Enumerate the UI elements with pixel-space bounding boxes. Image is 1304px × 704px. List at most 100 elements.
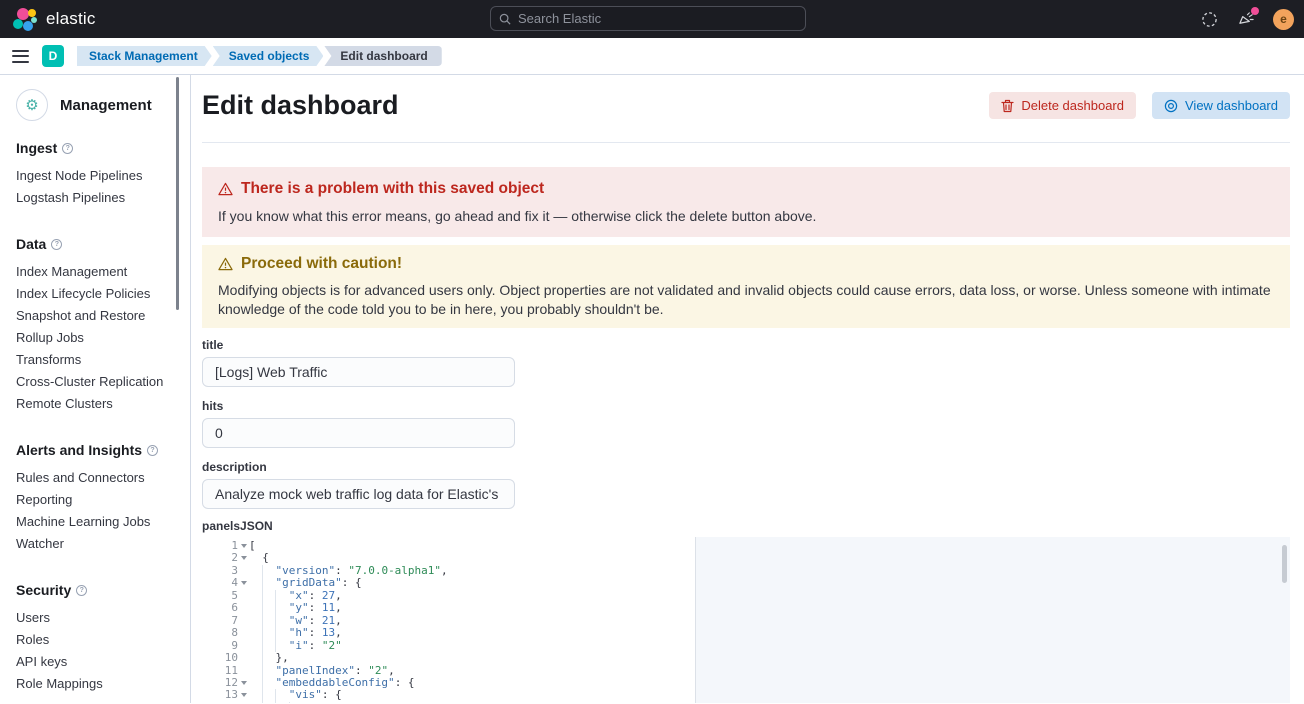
sidebar-section-ingest: Ingest? Ingest Node PipelinesLogstash Pip…	[16, 139, 182, 209]
code-line: 4"gridData": {	[202, 577, 1290, 589]
sidebar-section-security: Security? UsersRolesAPI keysRole Mappings	[16, 581, 182, 695]
fold-arrow-icon[interactable]	[241, 544, 247, 548]
line-number: 3	[202, 565, 248, 577]
sidebar-title: Management	[60, 97, 152, 114]
space-badge[interactable]: D	[42, 45, 64, 67]
warning-callout-title: Proceed with caution!	[241, 255, 402, 273]
delete-dashboard-button[interactable]: Delete dashboard	[989, 92, 1136, 119]
sidebar-item-reporting[interactable]: Reporting	[16, 489, 182, 511]
description-input[interactable]	[202, 479, 515, 509]
help-icon: ?	[51, 239, 62, 250]
code-text: [	[248, 540, 256, 552]
newsfeed-icon[interactable]	[1236, 9, 1256, 29]
code-text: "i": "2"	[248, 640, 342, 652]
section-heading: Data?	[16, 235, 182, 253]
sidebar-item-logstash-pipelines[interactable]: Logstash Pipelines	[16, 187, 182, 209]
line-number: 5	[202, 590, 248, 602]
field-label: title	[202, 338, 1290, 353]
editor-scrollbar[interactable]	[1282, 545, 1287, 583]
title-input[interactable]	[202, 357, 515, 387]
code-line: 9"i": "2"	[202, 640, 1290, 652]
sidebar-item-snapshot-and-restore[interactable]: Snapshot and Restore	[16, 305, 182, 327]
code-line: 6"y": 11,	[202, 602, 1290, 614]
fold-arrow-icon[interactable]	[241, 681, 247, 685]
code-text: "colors": {	[248, 702, 375, 703]
sidebar-item-rules-and-connectors[interactable]: Rules and Connectors	[16, 467, 182, 489]
code-line: 12"embeddableConfig": {	[202, 677, 1290, 689]
field-row-hits: hits	[202, 399, 1290, 448]
help-icon[interactable]	[1199, 9, 1219, 29]
sidebar-item-role-mappings[interactable]: Role Mappings	[16, 673, 182, 695]
sidebar-item-transforms[interactable]: Transforms	[16, 349, 182, 371]
elastic-logo[interactable]: elastic	[12, 6, 96, 32]
breadcrumb-saved-objects[interactable]: Saved objects	[213, 46, 324, 66]
sidebar-item-watcher[interactable]: Watcher	[16, 533, 182, 555]
field-row-description: description	[202, 460, 1290, 509]
brand-name: elastic	[46, 9, 96, 29]
sidebar-item-roles[interactable]: Roles	[16, 629, 182, 651]
notification-dot	[1251, 7, 1259, 15]
code-line: 3"version": "7.0.0-alpha1",	[202, 565, 1290, 577]
breadcrumb-bar: D Stack ManagementSaved objectsEdit dash…	[0, 38, 1304, 75]
sidebar-item-users[interactable]: Users	[16, 607, 182, 629]
global-search[interactable]	[490, 6, 806, 31]
management-sidebar: ⚙ Management Ingest? Ingest Node Pipeline…	[0, 75, 191, 703]
gear-icon: ⚙	[16, 89, 48, 121]
field-row-title: title	[202, 338, 1290, 387]
sidebar-item-machine-learning-jobs[interactable]: Machine Learning Jobs	[16, 511, 182, 533]
user-avatar[interactable]: e	[1273, 9, 1294, 30]
section-heading: Alerts and Insights?	[16, 441, 182, 459]
sidebar-section-alerts-and-insights: Alerts and Insights? Rules and Connectors…	[16, 441, 182, 555]
kibana-app: elastic e	[0, 0, 1304, 704]
line-number: 2	[202, 552, 248, 564]
code-line: 1[	[202, 540, 1290, 552]
eye-icon	[1164, 99, 1178, 113]
sidebar-item-rollup-jobs[interactable]: Rollup Jobs	[16, 327, 182, 349]
line-number: 7	[202, 615, 248, 627]
sidebar-item-remote-clusters[interactable]: Remote Clusters	[16, 393, 182, 415]
error-callout-title: There is a problem with this saved objec…	[241, 180, 544, 198]
code-line: 8"h": 13,	[202, 627, 1290, 639]
fold-arrow-icon[interactable]	[241, 693, 247, 697]
sidebar-scrollbar[interactable]	[176, 77, 179, 310]
code-text: },	[248, 652, 289, 664]
global-header: elastic e	[0, 0, 1304, 38]
code-line: 14"colors": {	[202, 702, 1290, 703]
help-icon: ?	[76, 585, 87, 596]
line-number: 4	[202, 577, 248, 589]
page-title: Edit dashboard	[202, 88, 399, 122]
section-heading: Ingest?	[16, 139, 182, 157]
sidebar-item-index-management[interactable]: Index Management	[16, 261, 182, 283]
header-actions: e	[1199, 0, 1294, 38]
line-number: 1	[202, 540, 248, 552]
warning-callout: Proceed with caution! Modifying objects …	[202, 245, 1290, 328]
code-text: "y": 11,	[248, 602, 342, 614]
code-text: {	[248, 552, 269, 564]
code-text: "h": 13,	[248, 627, 342, 639]
sidebar-section-data: Data? Index ManagementIndex Lifecycle Pol…	[16, 235, 182, 415]
breadcrumb: Stack ManagementSaved objectsEdit dashbo…	[77, 46, 443, 66]
sidebar-item-ingest-node-pipelines[interactable]: Ingest Node Pipelines	[16, 165, 182, 187]
breadcrumb-edit-dashboard[interactable]: Edit dashboard	[324, 46, 441, 66]
warning-callout-body: Modifying objects is for advanced users …	[218, 281, 1274, 319]
code-text: "gridData": {	[248, 577, 362, 589]
panelsjson-code-editor[interactable]: 1[2{3"version": "7.0.0-alpha1",4"gridDat…	[202, 537, 1290, 703]
menu-icon[interactable]	[12, 50, 29, 63]
fold-arrow-icon[interactable]	[241, 556, 247, 560]
hits-input[interactable]	[202, 418, 515, 448]
view-dashboard-button[interactable]: View dashboard	[1152, 92, 1290, 119]
error-callout-body: If you know what this error means, go ah…	[218, 208, 1274, 225]
fold-arrow-icon[interactable]	[241, 581, 247, 585]
sidebar-item-index-lifecycle-policies[interactable]: Index Lifecycle Policies	[16, 283, 182, 305]
search-input[interactable]	[518, 11, 797, 26]
sidebar-item-api-keys[interactable]: API keys	[16, 651, 182, 673]
section-heading: Security?	[16, 581, 182, 599]
help-icon: ?	[62, 143, 73, 154]
line-number: 8	[202, 627, 248, 639]
breadcrumb-stack-management[interactable]: Stack Management	[77, 46, 212, 66]
trash-icon	[1001, 99, 1014, 113]
sidebar-header: ⚙ Management	[16, 89, 182, 121]
sidebar-item-cross-cluster-replication[interactable]: Cross-Cluster Replication	[16, 371, 182, 393]
line-number: 10	[202, 652, 248, 664]
field-label: description	[202, 460, 1290, 475]
